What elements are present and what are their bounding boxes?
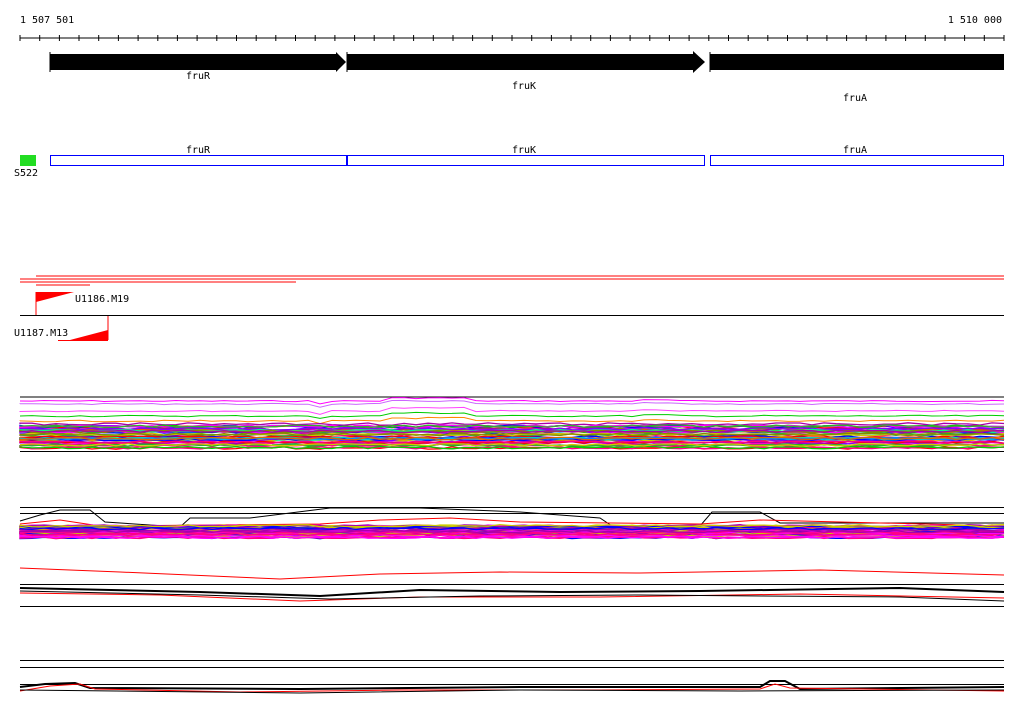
ruler-end-label: 1 510 000 bbox=[948, 15, 1002, 26]
orf-box bbox=[50, 155, 347, 166]
profile-line bbox=[19, 406, 1005, 415]
orf-label: fruK bbox=[512, 145, 536, 156]
feature-marker-label: S522 bbox=[14, 168, 38, 179]
gene-arrow-shape bbox=[50, 52, 346, 72]
gene-arrow-fruK[interactable]: fruK bbox=[346, 51, 705, 92]
gene-label: fruA bbox=[843, 93, 867, 104]
orf-box-fruR[interactable]: fruR bbox=[50, 145, 347, 166]
genome-browser-canvas: 1 507 501 1 510 000 fruR fruK fruA S522 … bbox=[14, 15, 1005, 694]
read-track: U1186.M19 U1187.M13 bbox=[14, 275, 1004, 341]
gene-label: fruK bbox=[512, 81, 536, 92]
gene-label: fruR bbox=[186, 71, 211, 82]
gene-arrow-shape bbox=[710, 54, 1004, 70]
coverage-line bbox=[19, 567, 1005, 580]
orf-track: S522 fruR fruK fruA bbox=[14, 145, 1004, 179]
read-flag bbox=[70, 330, 108, 340]
gene-track: fruR fruK fruA bbox=[49, 51, 1004, 104]
profile-lines bbox=[19, 397, 1005, 450]
gene-arrow-fruR[interactable]: fruR bbox=[49, 52, 346, 82]
gene-arrow-shape bbox=[347, 51, 705, 73]
expression-track-2 bbox=[19, 507, 1005, 540]
profile-lines bbox=[19, 507, 1005, 540]
read-label: U1187.M13 bbox=[14, 328, 68, 339]
ruler-start-label: 1 507 501 bbox=[20, 15, 74, 26]
orf-label: fruA bbox=[843, 145, 867, 156]
coverage-track-4 bbox=[19, 660, 1005, 694]
gene-arrow-fruA[interactable]: fruA bbox=[709, 52, 1004, 104]
orf-box-fruA[interactable]: fruA bbox=[710, 145, 1004, 166]
coverage-line bbox=[19, 590, 1005, 602]
coverage-lines bbox=[19, 680, 1005, 694]
feature-marker[interactable] bbox=[20, 155, 36, 166]
read-flag bbox=[36, 292, 74, 302]
profile-line bbox=[19, 416, 1005, 425]
coverage-track-3 bbox=[19, 567, 1005, 607]
read-label: U1186.M19 bbox=[75, 294, 129, 305]
profile-line bbox=[19, 397, 1005, 405]
orf-box bbox=[347, 155, 705, 166]
profile-line bbox=[19, 411, 1005, 419]
orf-box-fruK[interactable]: fruK bbox=[347, 145, 705, 166]
coordinate-ruler: 1 507 501 1 510 000 bbox=[19, 15, 1005, 41]
read-forward[interactable]: U1186.M19 bbox=[35, 292, 129, 315]
expression-track-1 bbox=[19, 396, 1005, 452]
read-reverse[interactable]: U1187.M13 bbox=[14, 316, 109, 341]
orf-box bbox=[710, 155, 1004, 166]
orf-label: fruR bbox=[186, 145, 211, 156]
